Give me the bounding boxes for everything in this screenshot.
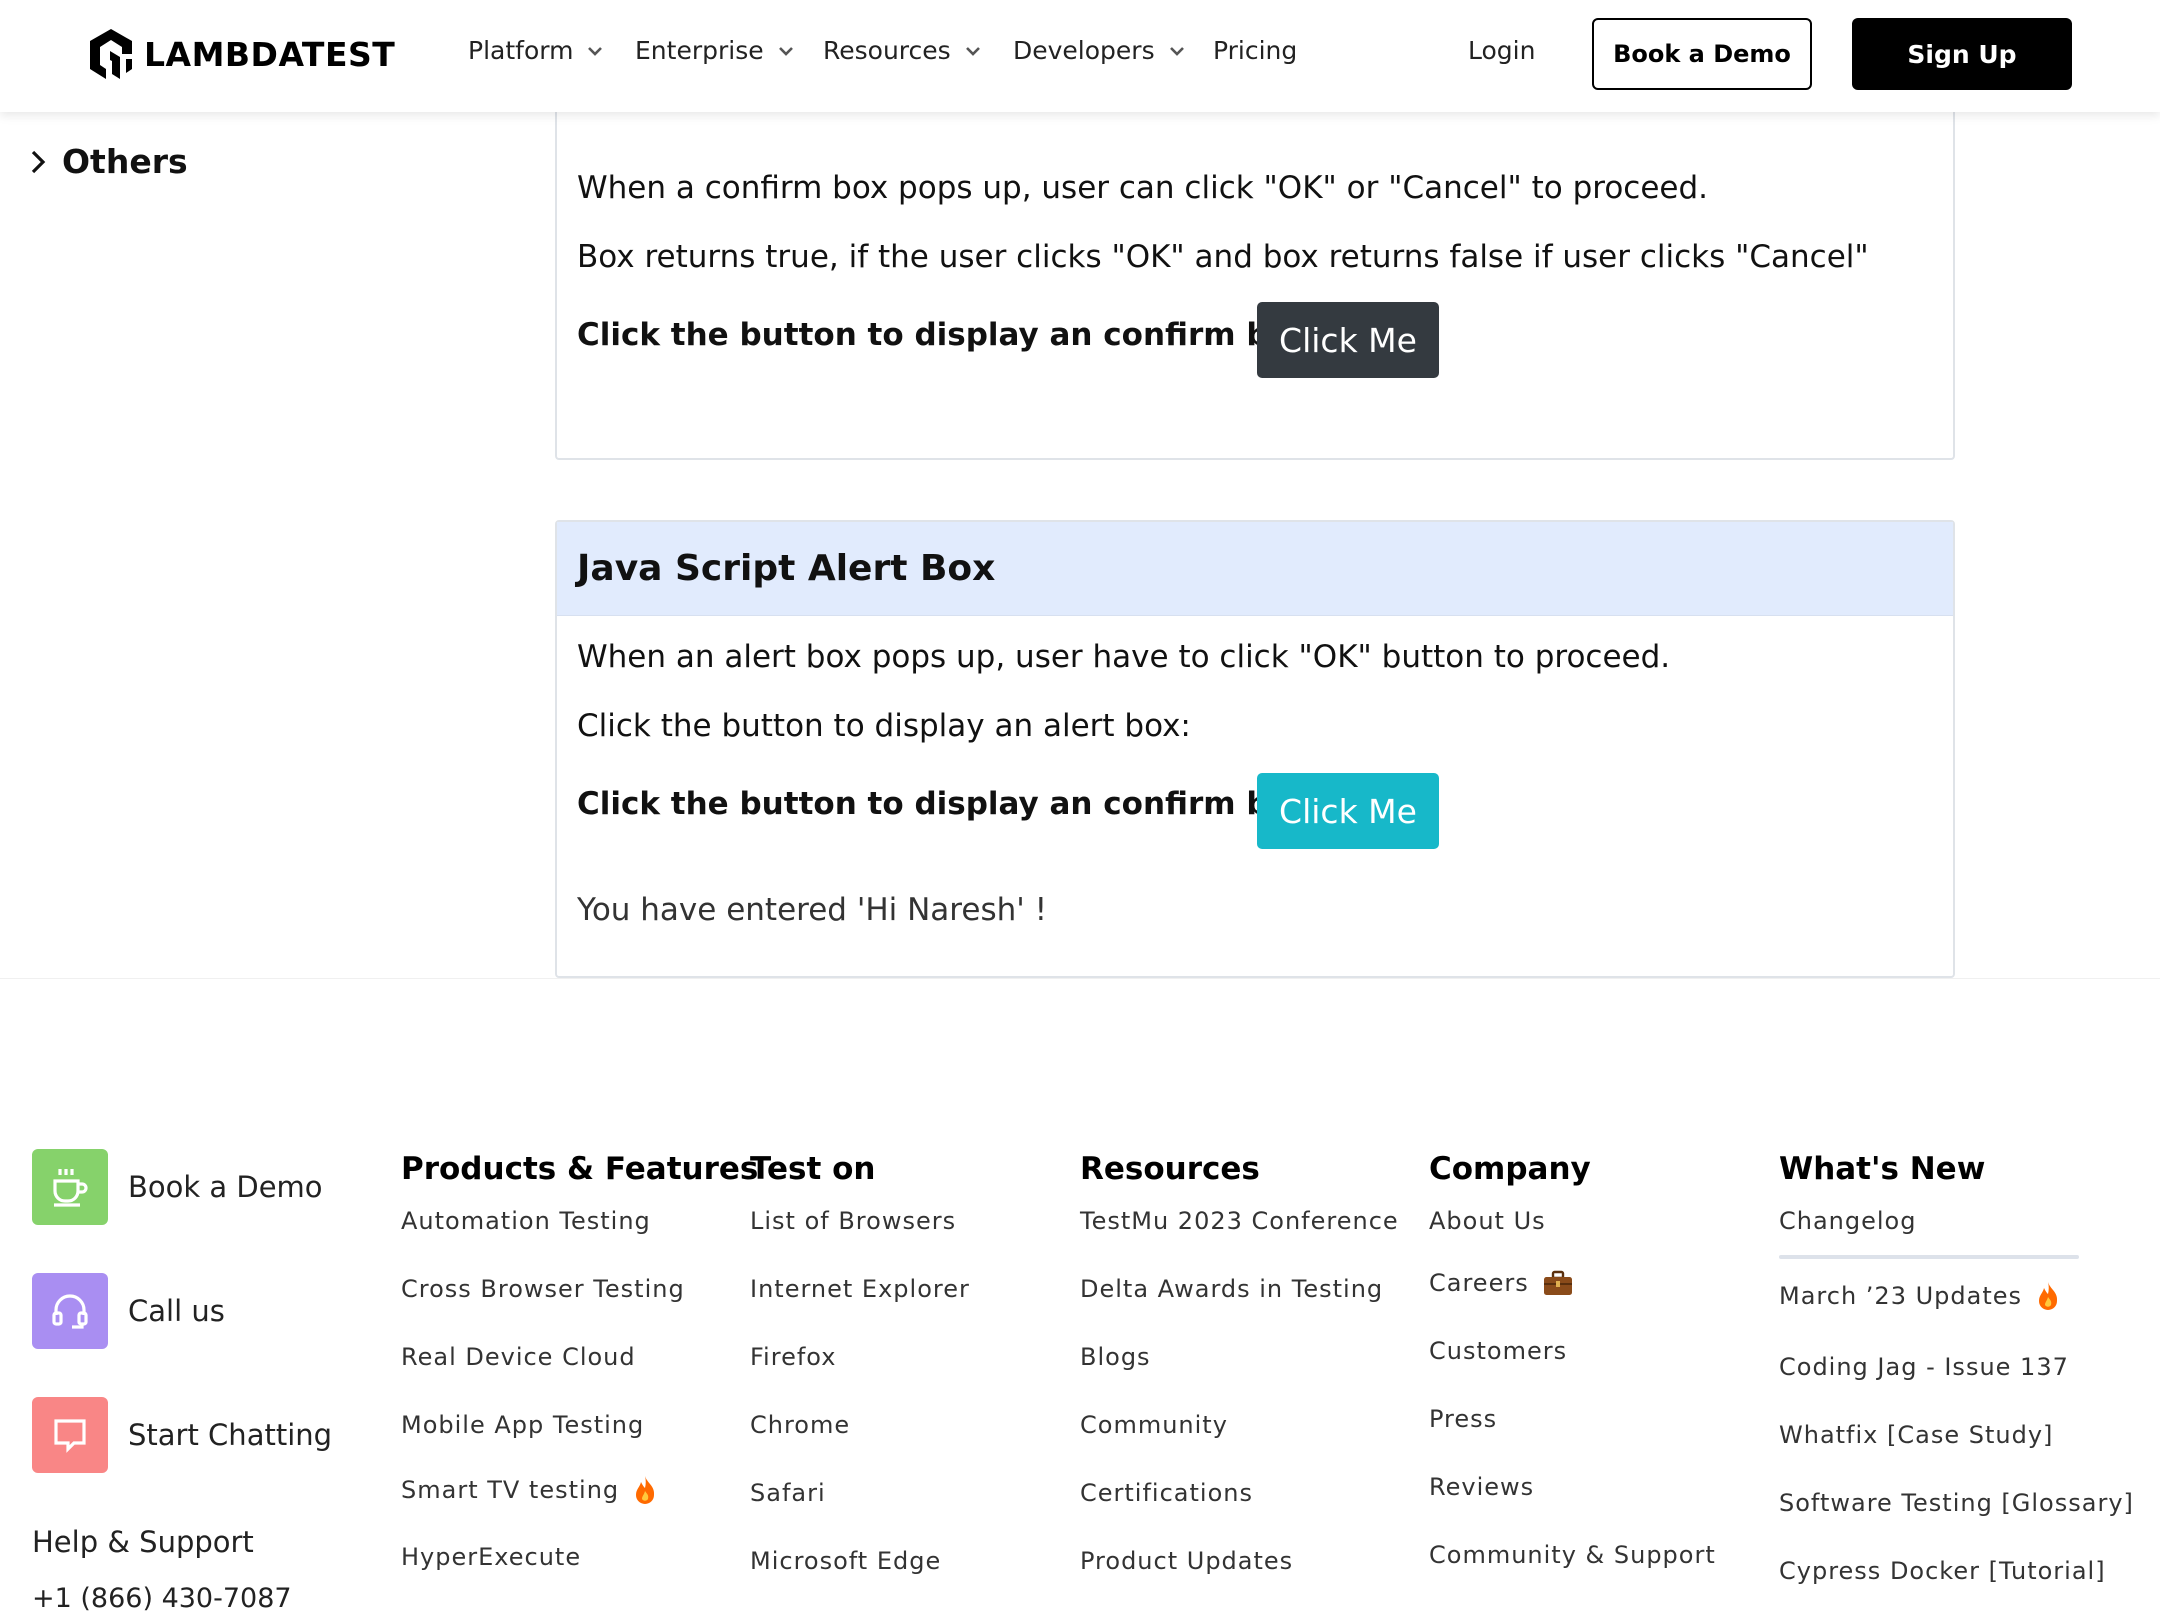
alert-instruction: Click the button to display an alert box… bbox=[577, 708, 1191, 744]
nav-label: Developers bbox=[1013, 36, 1155, 65]
chevron-right-icon bbox=[31, 150, 46, 173]
footer-link[interactable]: Coding Jag - Issue 137 bbox=[1779, 1353, 2069, 1381]
footer-link[interactable]: Automation Testing bbox=[401, 1207, 651, 1235]
nav-resources[interactable]: Resources bbox=[823, 36, 981, 65]
footer-book-demo[interactable]: Book a Demo bbox=[32, 1149, 323, 1225]
confirm-description-1: When a confirm box pops up, user can cli… bbox=[577, 170, 1709, 206]
chat-bubble-icon bbox=[32, 1397, 108, 1473]
footer-link[interactable]: Cypress Docker [Tutorial] bbox=[1779, 1557, 2106, 1585]
contact-label: Start Chatting bbox=[128, 1418, 333, 1452]
footer-link[interactable]: Chrome bbox=[750, 1411, 850, 1439]
footer-column-whats-new: What's New Changelog March ’23 Updates C… bbox=[1779, 1151, 2133, 1585]
alert-description: When an alert box pops up, user have to … bbox=[577, 639, 1671, 675]
support-phone[interactable]: +1 (866) 430-7087 bbox=[32, 1583, 292, 1614]
column-title: Resources bbox=[1080, 1151, 1260, 1187]
footer-link[interactable]: Delta Awards in Testing bbox=[1080, 1275, 1383, 1303]
help-support-heading: Help & Support bbox=[32, 1525, 254, 1559]
confirm-prompt: Click the button to display an confirm b… bbox=[577, 317, 1323, 353]
nav-label: Enterprise bbox=[635, 36, 764, 65]
footer-link-smart-tv[interactable]: Smart TV testing bbox=[401, 1475, 657, 1505]
briefcase-icon bbox=[1543, 1270, 1572, 1295]
site-footer: Book a Demo Call us Start Chatting Help … bbox=[0, 978, 2160, 1620]
footer-call-us[interactable]: Call us bbox=[32, 1273, 225, 1349]
chevron-down-icon bbox=[778, 46, 793, 56]
footer-link-label: Smart TV testing bbox=[401, 1476, 620, 1504]
footer-link[interactable]: Safari bbox=[750, 1479, 826, 1507]
footer-link[interactable]: Press bbox=[1429, 1405, 1497, 1433]
footer-link[interactable]: Firefox bbox=[750, 1343, 836, 1371]
site-header: LAMBDATEST Platform Enterprise Resources… bbox=[0, 0, 2160, 112]
footer-link[interactable]: TestMu 2023 Conference bbox=[1080, 1207, 1399, 1235]
footer-link[interactable]: Blogs bbox=[1080, 1343, 1151, 1371]
lambdatest-logo-icon bbox=[90, 29, 132, 79]
nav-label: Resources bbox=[823, 36, 951, 65]
footer-link[interactable]: Reviews bbox=[1429, 1473, 1534, 1501]
sign-up-button[interactable]: Sign Up bbox=[1852, 18, 2072, 90]
login-label: Login bbox=[1468, 36, 1536, 65]
footer-column-company: Company About Us Careers Customers Press… bbox=[1429, 1151, 1715, 1569]
footer-link[interactable]: Community bbox=[1080, 1411, 1228, 1439]
column-title: Test on bbox=[750, 1151, 876, 1187]
column-title: What's New bbox=[1779, 1151, 1986, 1187]
alert-card-title: Java Script Alert Box bbox=[557, 522, 1953, 616]
chevron-down-icon bbox=[965, 46, 980, 56]
footer-link[interactable]: Community & Support bbox=[1429, 1541, 1716, 1569]
nav-platform[interactable]: Platform bbox=[468, 36, 603, 65]
footer-link[interactable]: Real Device Cloud bbox=[401, 1343, 636, 1371]
confirm-description-2: Box returns true, if the user clicks "OK… bbox=[577, 239, 1869, 275]
footer-link-march-updates[interactable]: March ’23 Updates bbox=[1779, 1281, 2060, 1311]
footer-link[interactable]: Software Testing [Glossary] bbox=[1779, 1489, 2134, 1517]
fire-icon bbox=[2039, 1282, 2058, 1310]
coffee-cup-icon bbox=[32, 1149, 108, 1225]
confirm-box-card: When a confirm box pops up, user can cli… bbox=[555, 90, 1955, 460]
footer-link[interactable]: Microsoft Edge bbox=[750, 1547, 941, 1575]
chevron-down-icon bbox=[588, 46, 603, 56]
footer-column-test-on: Test on List of Browsers Internet Explor… bbox=[750, 1151, 969, 1575]
footer-link[interactable]: Changelog bbox=[1779, 1207, 1916, 1235]
nav-developers[interactable]: Developers bbox=[1013, 36, 1185, 65]
contact-label: Call us bbox=[128, 1294, 225, 1328]
lambdatest-logo[interactable]: LAMBDATEST bbox=[86, 27, 395, 81]
login-link[interactable]: Login bbox=[1468, 36, 1535, 65]
footer-link-label: Careers bbox=[1429, 1269, 1529, 1297]
alert-click-me-button[interactable]: Click Me bbox=[1257, 773, 1439, 849]
logo-text: LAMBDATEST bbox=[144, 34, 396, 74]
nav-enterprise[interactable]: Enterprise bbox=[635, 36, 794, 65]
footer-link[interactable]: List of Browsers bbox=[750, 1207, 956, 1235]
footer-start-chatting[interactable]: Start Chatting bbox=[32, 1397, 332, 1473]
nav-label: Pricing bbox=[1213, 36, 1298, 65]
headset-icon bbox=[32, 1273, 108, 1349]
sidebar-item-others[interactable]: Others bbox=[30, 142, 188, 181]
footer-link[interactable]: Internet Explorer bbox=[750, 1275, 970, 1303]
chevron-down-icon bbox=[1169, 46, 1184, 56]
confirm-click-me-button[interactable]: Click Me bbox=[1257, 302, 1439, 378]
sidebar-item-label: Others bbox=[62, 142, 188, 181]
contact-label: Book a Demo bbox=[128, 1170, 323, 1204]
alert-box-card: Java Script Alert Box When an alert box … bbox=[555, 520, 1955, 978]
footer-link[interactable]: Customers bbox=[1429, 1337, 1567, 1365]
footer-link[interactable]: HyperExecute bbox=[401, 1543, 581, 1571]
alert-result-text: You have entered 'Hi Naresh' ! bbox=[577, 892, 1048, 928]
footer-column-products: Products & Features Automation Testing C… bbox=[401, 1151, 759, 1571]
footer-link-careers[interactable]: Careers bbox=[1429, 1269, 1573, 1297]
footer-link[interactable]: Certifications bbox=[1080, 1479, 1253, 1507]
book-demo-button[interactable]: Book a Demo bbox=[1592, 18, 1812, 90]
footer-link[interactable]: Whatfix [Case Study] bbox=[1779, 1421, 2053, 1449]
footer-link[interactable]: Mobile App Testing bbox=[401, 1411, 644, 1439]
footer-link[interactable]: Product Updates bbox=[1080, 1547, 1293, 1575]
nav-pricing[interactable]: Pricing bbox=[1213, 36, 1297, 65]
fire-icon bbox=[636, 1476, 655, 1504]
changelog-divider bbox=[1779, 1255, 2079, 1259]
column-title: Company bbox=[1429, 1151, 1591, 1187]
alert-prompt: Click the button to display an confirm b… bbox=[577, 786, 1323, 822]
column-title: Products & Features bbox=[401, 1151, 759, 1187]
footer-link[interactable]: About Us bbox=[1429, 1207, 1546, 1235]
footer-link-label: March ’23 Updates bbox=[1779, 1282, 2023, 1310]
nav-label: Platform bbox=[468, 36, 574, 65]
footer-link[interactable]: Cross Browser Testing bbox=[401, 1275, 685, 1303]
footer-column-resources: Resources TestMu 2023 Conference Delta A… bbox=[1080, 1151, 1398, 1575]
